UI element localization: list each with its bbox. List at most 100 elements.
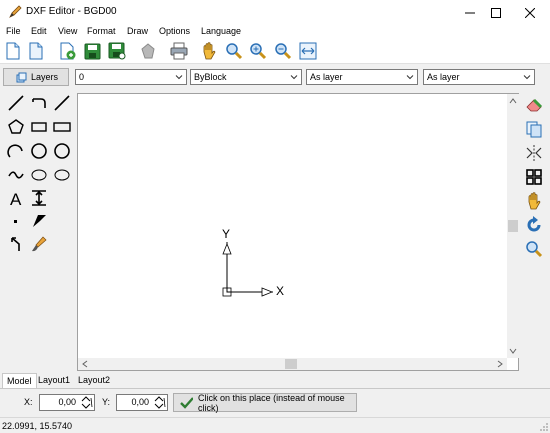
rotate-tool[interactable] <box>524 215 544 235</box>
spline-tool[interactable] <box>6 165 26 185</box>
menu-draw[interactable]: Draw <box>127 26 148 36</box>
erase-tool[interactable] <box>524 95 544 115</box>
mirror-icon <box>526 145 542 161</box>
array-tool[interactable] <box>524 167 544 187</box>
polygon-tool[interactable] <box>6 117 26 137</box>
circle-tool[interactable] <box>29 141 49 161</box>
menu-view[interactable]: View <box>58 26 77 36</box>
tab-model[interactable]: Model <box>2 373 37 388</box>
horizontal-scrollbar[interactable] <box>78 358 507 370</box>
chevron-down-icon <box>290 75 298 80</box>
arc-tool[interactable] <box>6 141 26 161</box>
modify-tools-panel <box>519 90 550 370</box>
horizontal-scroll-thumb[interactable] <box>285 359 297 369</box>
text-tool[interactable]: A <box>6 188 26 208</box>
lineweight-select[interactable]: As layer <box>423 69 535 85</box>
save-as-button[interactable] <box>107 41 127 61</box>
y-coord-input[interactable]: 0,00 <box>116 394 168 411</box>
resize-grip-icon[interactable] <box>539 422 549 432</box>
drawing-canvas[interactable]: Y X <box>77 93 519 371</box>
line-icon <box>8 95 24 111</box>
x-coord-input[interactable]: 0,00 <box>39 394 95 411</box>
vertical-scrollbar[interactable] <box>507 94 519 358</box>
ellipse-arc-tool[interactable] <box>52 165 72 185</box>
ray-line-icon <box>54 95 70 111</box>
layer-select[interactable]: 0 <box>75 69 187 85</box>
leader-tool[interactable] <box>6 234 26 254</box>
polyline-icon <box>32 98 46 108</box>
close-button[interactable] <box>514 0 546 25</box>
y-coord-value: 0,00 <box>131 397 149 407</box>
dimension-icon <box>32 190 46 206</box>
svg-text:A: A <box>10 190 22 207</box>
point-tool[interactable] <box>6 210 26 230</box>
find-tool[interactable] <box>524 239 544 259</box>
ray-tool[interactable] <box>52 93 72 113</box>
solid-fill-tool[interactable] <box>29 210 49 230</box>
magnifier-icon <box>526 241 543 258</box>
spline-icon <box>8 171 24 179</box>
spin-arrows-icon[interactable] <box>153 396 166 409</box>
zoom-in-button[interactable] <box>248 41 268 61</box>
maximize-button[interactable] <box>480 0 512 25</box>
new-document-button[interactable] <box>26 41 46 61</box>
mirror-tool[interactable] <box>524 143 544 163</box>
menu-file[interactable]: File <box>6 26 21 36</box>
spin-arrows-icon[interactable] <box>80 396 93 409</box>
text-a-icon: A <box>10 190 22 207</box>
leader-arrow-icon <box>11 237 20 251</box>
vertical-scroll-thumb[interactable] <box>508 220 518 232</box>
apply-click-label: Click on this place (instead of mouse cl… <box>198 392 345 413</box>
zoom-out-button[interactable] <box>273 41 293 61</box>
draw-tools-panel: A <box>0 90 77 370</box>
ellipse-tool[interactable] <box>29 165 49 185</box>
maximize-icon <box>491 7 501 18</box>
line-tool[interactable] <box>6 93 26 113</box>
ellipse-arc-icon <box>54 169 70 181</box>
linetype-select[interactable]: As layer <box>306 69 418 85</box>
rectangle-icon <box>31 122 47 132</box>
printer-icon <box>170 42 188 60</box>
axis-y-label: Y <box>222 227 231 241</box>
open-file-button[interactable] <box>58 41 78 61</box>
save-button[interactable] <box>82 41 102 61</box>
zoom-extents-button[interactable] <box>298 41 318 61</box>
layers-button[interactable]: Layers <box>3 68 69 86</box>
polyline-tool[interactable] <box>29 93 49 113</box>
new-file-button[interactable] <box>3 41 23 61</box>
copy-icon <box>526 121 542 138</box>
rotate-icon <box>527 216 541 232</box>
menu-edit[interactable]: Edit <box>31 26 47 36</box>
dimension-tool[interactable] <box>29 188 49 208</box>
scroll-left-icon <box>82 360 88 368</box>
y-coord-label: Y: <box>102 397 111 407</box>
zoom-extents-icon <box>299 42 317 60</box>
zoom-button[interactable] <box>224 41 244 61</box>
print-button[interactable] <box>169 41 189 61</box>
zoom-in-icon <box>250 43 267 60</box>
solid-fill-icon <box>33 215 46 227</box>
wide-rectangle-icon <box>53 122 71 132</box>
undo-button[interactable] <box>138 41 158 61</box>
layout-tabs: Model Layout1 Layout2 <box>0 372 550 388</box>
chevron-down-icon <box>175 75 183 80</box>
rectangle-tool[interactable] <box>29 117 49 137</box>
copy-tool[interactable] <box>524 119 544 139</box>
open-file-icon <box>60 42 76 60</box>
save-as-icon <box>108 42 126 60</box>
tab-layout2[interactable]: Layout2 <box>74 373 114 388</box>
hatch-tool[interactable] <box>29 234 49 254</box>
menu-options[interactable]: Options <box>159 26 190 36</box>
tab-layout1[interactable]: Layout1 <box>34 373 74 388</box>
pan-button[interactable] <box>199 41 219 61</box>
circle-3p-tool[interactable] <box>52 141 72 161</box>
move-tool[interactable] <box>524 191 544 211</box>
ucs-axis-indicator <box>222 242 274 297</box>
wide-rectangle-tool[interactable] <box>52 117 72 137</box>
menu-format[interactable]: Format <box>87 26 116 36</box>
color-select[interactable]: ByBlock <box>190 69 302 85</box>
menu-language[interactable]: Language <box>201 26 241 36</box>
apply-click-button[interactable]: Click on this place (instead of mouse cl… <box>173 392 357 413</box>
lineweight-value: As layer <box>427 72 460 82</box>
blank-document-icon <box>29 42 43 60</box>
